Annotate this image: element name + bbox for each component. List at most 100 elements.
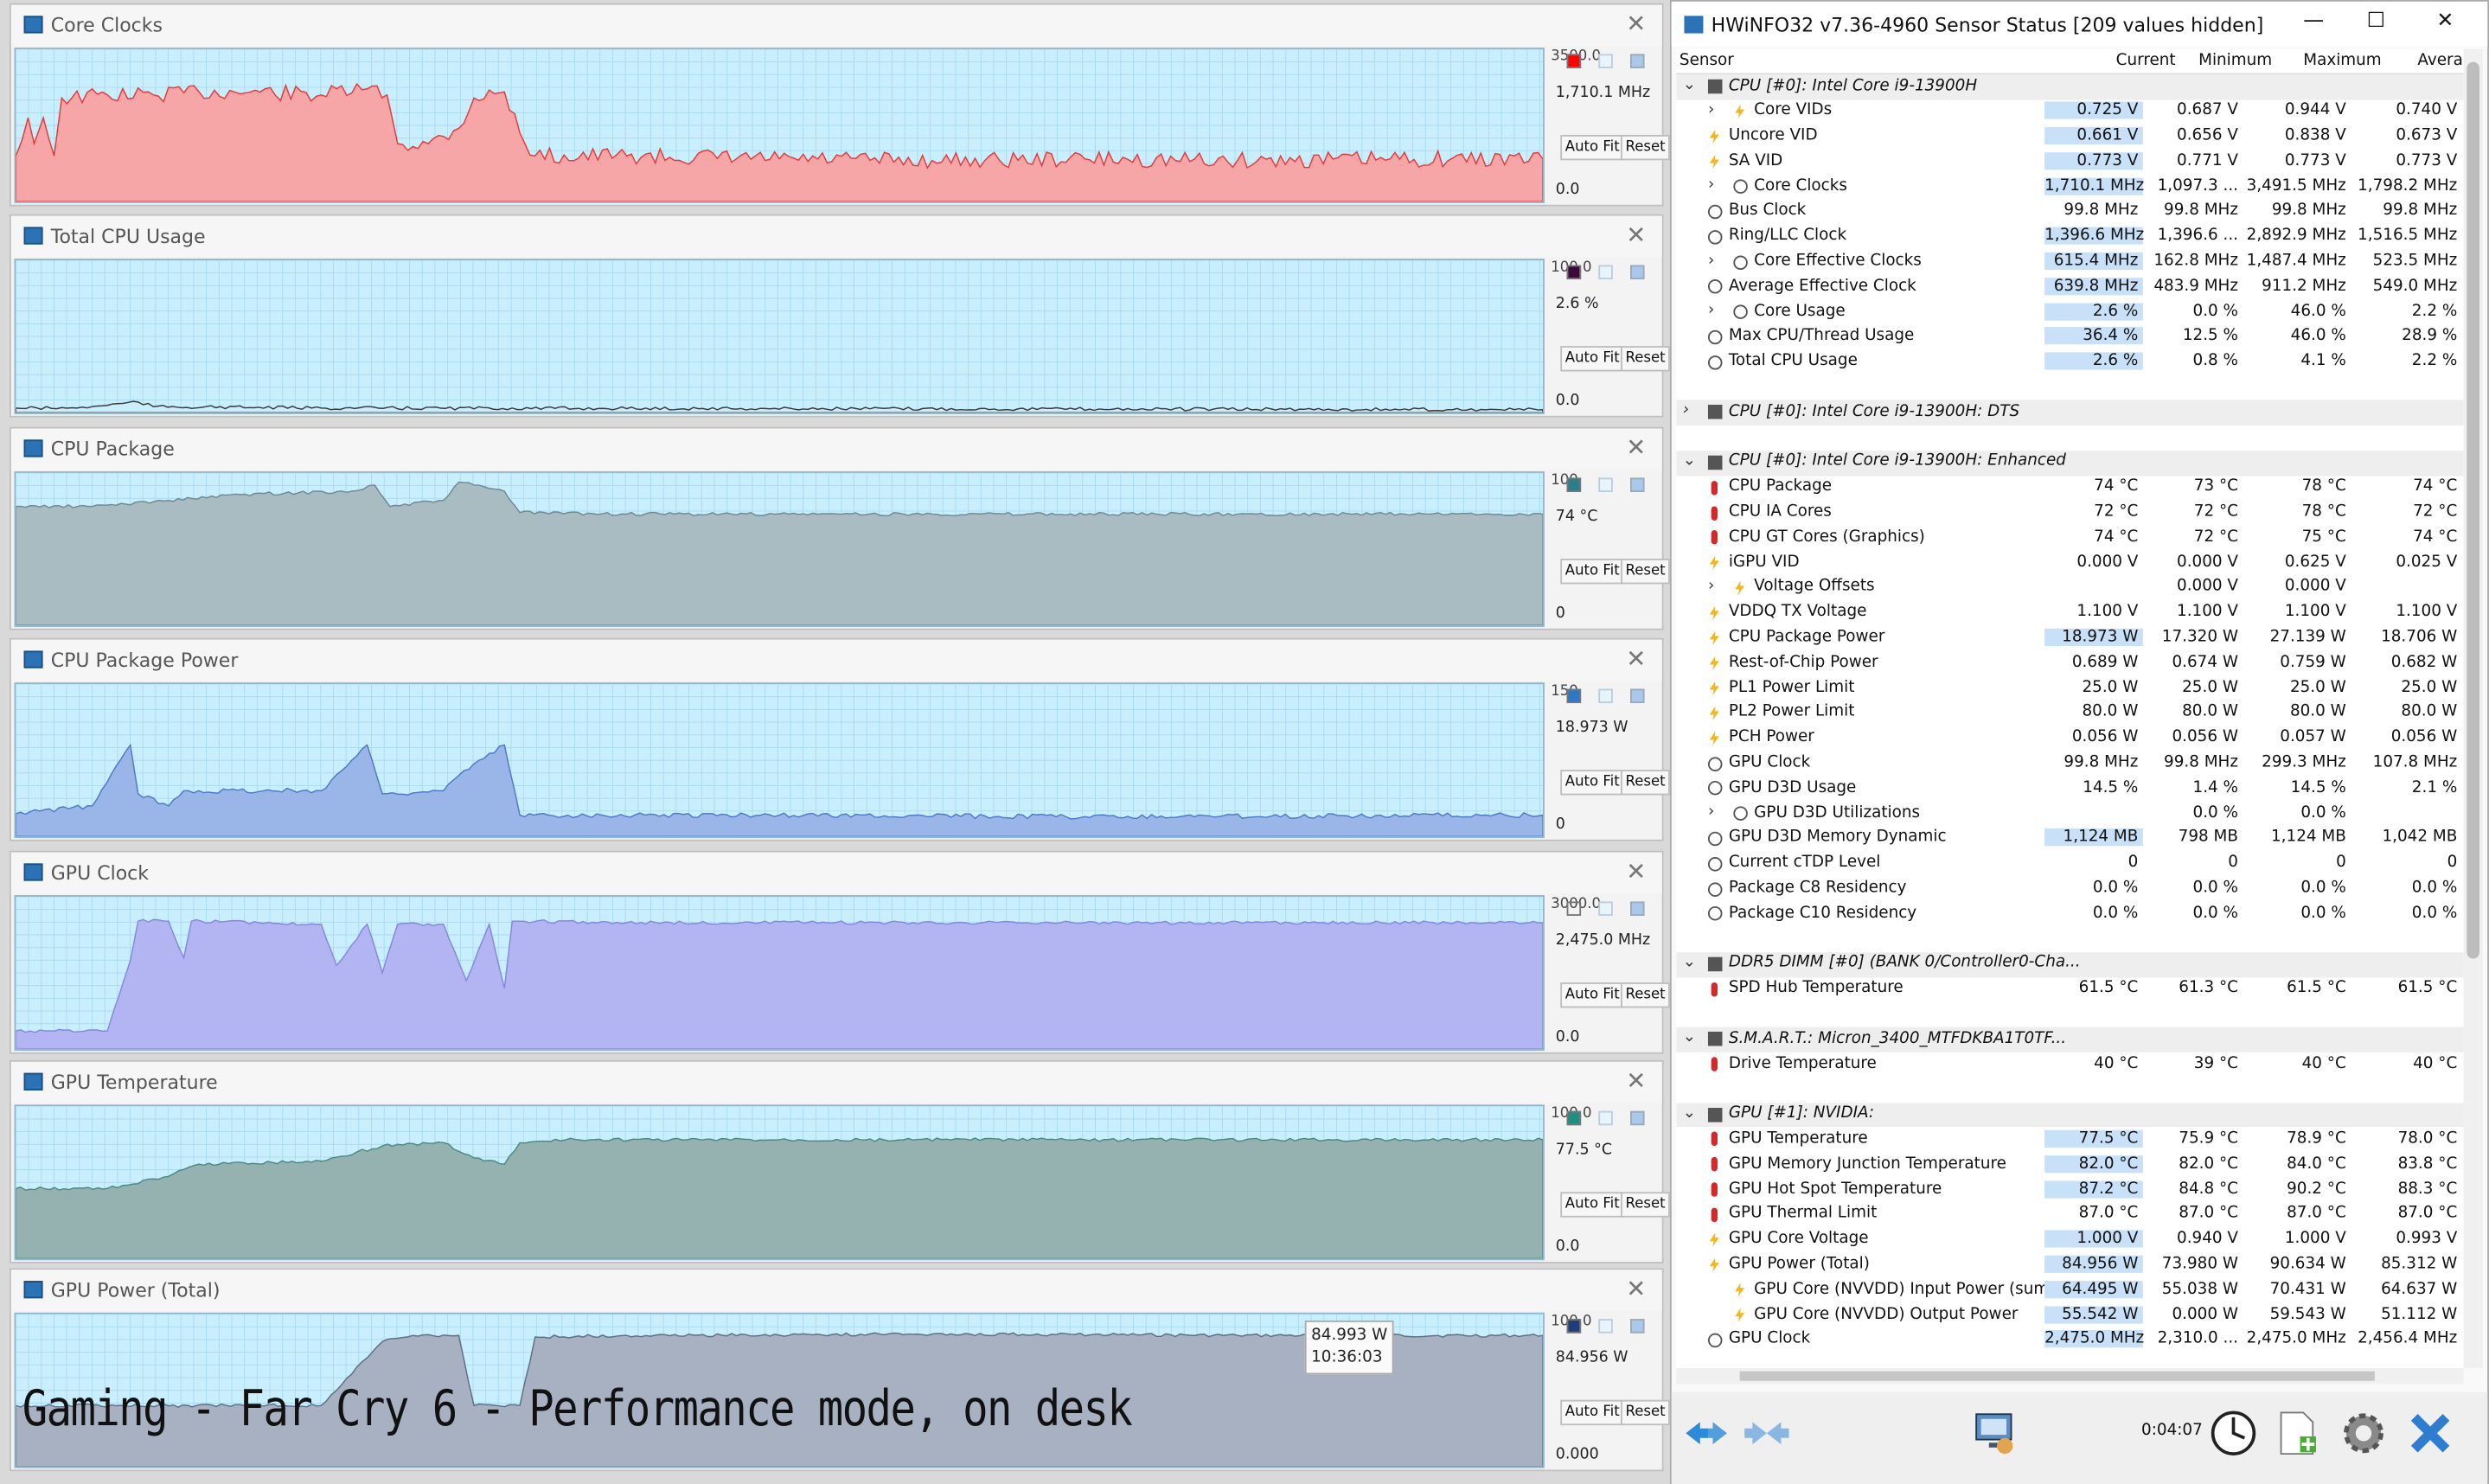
sensor-row[interactable]: Package C8 Residency 0.0 % 0.0 % 0.0 % 0.0 % [1676, 877, 2463, 902]
sensor-row[interactable]: Uncore VID 0.661 V 0.656 V 0.838 V 0.673 V [1676, 125, 2463, 150]
minimize-button[interactable]: — [2303, 10, 2324, 34]
graph-window-0[interactable]: Core Clocks ✕ 3500.0 1,710.1 MHz Auto Fit… [10, 3, 1671, 207]
auto-fit-button[interactable]: Auto Fit [1560, 346, 1625, 372]
graph-titlebar[interactable]: Total CPU Usage ✕ [10, 215, 1662, 258]
graph-close-icon[interactable]: ✕ [1626, 644, 1646, 673]
sensor-row[interactable]: CPU Package 74 °C 73 °C 78 °C 74 °C [1676, 476, 2463, 501]
color-swatch[interactable] [1566, 265, 1582, 280]
arrows-collapse-icon[interactable] [1741, 1408, 1792, 1459]
expand-chevron-icon[interactable]: › [1683, 402, 1689, 419]
swatch-tertiary[interactable] [1630, 54, 1645, 68]
sensor-row[interactable]: Drive Temperature 40 °C 39 °C 40 °C 40 °C [1676, 1052, 2463, 1078]
graph-window-5[interactable]: GPU Temperature ✕ 100.0 77.5 °C Auto Fit … [10, 1059, 1671, 1263]
color-swatch[interactable] [1566, 477, 1582, 492]
graph-close-icon[interactable]: ✕ [1626, 221, 1646, 249]
expand-chevron-icon[interactable]: › [1708, 803, 1714, 821]
swatch-secondary[interactable] [1598, 477, 1613, 492]
col-sensor[interactable]: Sensor [1680, 53, 1734, 70]
sensor-row[interactable]: GPU Temperature 77.5 °C 75.9 °C 78.9 °C 78.0… [1676, 1128, 2463, 1153]
sensor-row[interactable]: › Voltage Offsets 0.000 V 0.000 V [1676, 576, 2463, 601]
sensor-row[interactable]: GPU Power (Total) 84.956 W 73.980 W 90.634 … [1676, 1253, 2463, 1278]
swatch-tertiary[interactable] [1630, 688, 1645, 704]
collapse-chevron-icon[interactable]: ⌄ [1683, 1104, 1696, 1122]
sensor-row[interactable]: iGPU VID 0.000 V 0.000 V 0.625 V 0.025 V [1676, 551, 2463, 576]
graph-titlebar[interactable]: GPU Power (Total) ✕ [10, 1270, 1662, 1311]
auto-fit-button[interactable]: Auto Fit [1560, 770, 1625, 796]
col-maximum[interactable]: Maximum [2303, 53, 2381, 70]
scrollbar-thumb[interactable] [2467, 61, 2479, 959]
sensor-row[interactable]: CPU IA Cores 72 °C 72 °C 78 °C 72 °C [1676, 501, 2463, 526]
col-minimum[interactable]: Minimum [2198, 53, 2272, 70]
sensor-row[interactable]: Current cTDP Level 0 0 0 0 [1676, 852, 2463, 877]
sensor-row[interactable]: SA VID 0.773 V 0.771 V 0.773 V 0.773 V [1676, 150, 2463, 175]
graph-window-3[interactable]: CPU Package Power ✕ 150 18.973 W Auto Fit… [10, 637, 1671, 841]
swatch-tertiary[interactable] [1630, 1110, 1645, 1126]
sensor-row[interactable]: › Core Effective Clocks 615.4 MHz 162.8 MHz… [1676, 250, 2463, 275]
sensor-row[interactable]: VDDQ TX Voltage 1.100 V 1.100 V 1.100 V 1.10… [1676, 601, 2463, 626]
sensor-row[interactable]: PL2 Power Limit 80.0 W 80.0 W 80.0 W 80.0 W [1676, 701, 2463, 726]
swatch-tertiary[interactable] [1630, 901, 1645, 916]
color-swatch[interactable] [1566, 901, 1582, 916]
color-swatch[interactable] [1566, 54, 1582, 68]
auto-fit-button[interactable]: Auto Fit [1560, 134, 1625, 161]
sensor-row[interactable]: GPU Clock 2,475.0 MHz 2,310.0 ... 2,475.0 M… [1676, 1328, 2463, 1353]
gear-icon[interactable] [2339, 1408, 2390, 1459]
sensor-row[interactable]: GPU Memory Junction Temperature 82.0 °C 82… [1676, 1153, 2463, 1178]
sensor-row[interactable]: Average Effective Clock 639.8 MHz 483.9 MH… [1676, 275, 2463, 300]
sensor-row[interactable]: SPD Hub Temperature 61.5 °C 61.3 °C 61.5 °C… [1676, 977, 2463, 1002]
sensor-row[interactable]: Total CPU Usage 2.6 % 0.8 % 4.1 % 2.2 % [1676, 350, 2463, 375]
swatch-tertiary[interactable] [1630, 265, 1645, 280]
collapse-chevron-icon[interactable]: ⌄ [1683, 954, 1696, 971]
sensor-row[interactable]: PCH Power 0.056 W 0.056 W 0.057 W 0.056 W [1676, 726, 2463, 752]
reset-button[interactable]: Reset [1621, 1192, 1671, 1218]
expand-chevron-icon[interactable]: › [1708, 176, 1714, 194]
graph-window-2[interactable]: CPU Package ✕ 100 74 °C Auto Fit Reset 0 [10, 426, 1671, 630]
col-current[interactable]: Current [2116, 53, 2176, 70]
graph-close-icon[interactable]: ✕ [1626, 1275, 1646, 1303]
swatch-tertiary[interactable] [1630, 477, 1645, 492]
collapse-chevron-icon[interactable]: ⌄ [1683, 76, 1696, 93]
graph-titlebar[interactable]: Core Clocks ✕ [10, 4, 1662, 47]
swatch-secondary[interactable] [1598, 265, 1613, 280]
color-swatch[interactable] [1566, 1110, 1582, 1126]
graph-window-1[interactable]: Total CPU Usage ✕ 100.0 2.6 % Auto Fit Re… [10, 214, 1671, 418]
sensor-row[interactable]: GPU Core (NVVDD) Input Power (sum) 64.495… [1676, 1278, 2463, 1303]
sensor-row[interactable]: GPU D3D Memory Dynamic 1,124 MB 798 MB 1,12… [1676, 827, 2463, 852]
sensor-group-header[interactable]: ⌄ CPU [#0]: Intel Core i9-13900H: Enhance… [1676, 451, 2464, 477]
reset-button[interactable]: Reset [1621, 982, 1671, 1008]
graph-titlebar[interactable]: GPU Temperature ✕ [10, 1061, 1662, 1103]
expand-chevron-icon[interactable]: › [1708, 302, 1714, 319]
swatch-secondary[interactable] [1598, 901, 1613, 916]
arrows-left-right-icon[interactable] [1681, 1408, 1732, 1459]
reset-button[interactable]: Reset [1621, 134, 1671, 161]
sensor-row[interactable]: PL1 Power Limit 25.0 W 25.0 W 25.0 W 25.0 W [1676, 676, 2463, 701]
swatch-secondary[interactable] [1598, 1319, 1613, 1334]
sensor-row[interactable]: Bus Clock 99.8 MHz 99.8 MHz 99.8 MHz 99.8 MH… [1676, 200, 2463, 225]
vertical-scrollbar[interactable] [2463, 48, 2483, 1369]
auto-fit-button[interactable]: Auto Fit [1560, 559, 1625, 585]
graph-close-icon[interactable]: ✕ [1626, 433, 1646, 462]
sensor-group-header[interactable]: ⌄ GPU [#1]: NVIDIA: [1676, 1102, 2464, 1128]
graph-close-icon[interactable]: ✕ [1626, 10, 1646, 38]
clock-icon[interactable] [2208, 1408, 2259, 1459]
sensor-group-header[interactable]: ⌄ CPU [#0]: Intel Core i9-13900H [1676, 74, 2464, 100]
swatch-secondary[interactable] [1598, 688, 1613, 704]
graph-titlebar[interactable]: CPU Package Power ✕ [10, 639, 1662, 681]
sensor-row[interactable]: Rest-of-Chip Power 0.689 W 0.674 W 0.759 W 0… [1676, 651, 2463, 676]
reset-button[interactable]: Reset [1621, 770, 1671, 796]
color-swatch[interactable] [1566, 688, 1582, 704]
swatch-secondary[interactable] [1598, 54, 1613, 68]
sensor-group-header[interactable]: ⌄ S.M.A.R.T.: Micron_3400_MTFDKBA1T0TF... [1676, 1027, 2464, 1052]
sensor-row[interactable]: Package C10 Residency 0.0 % 0.0 % 0.0 % 0.0 … [1676, 902, 2463, 927]
graph-window-4[interactable]: GPU Clock ✕ 3000.0 2,475.0 MHz Auto Fit R… [10, 850, 1671, 1054]
collapse-chevron-icon[interactable]: ⌄ [1683, 452, 1696, 470]
graph-titlebar[interactable]: CPU Package ✕ [10, 428, 1662, 470]
sensor-row[interactable]: Max CPU/Thread Usage 36.4 % 12.5 % 46.0 % 28… [1676, 325, 2463, 350]
sensor-row[interactable]: CPU GT Cores (Graphics) 74 °C 72 °C 75 °C 74… [1676, 526, 2463, 551]
sensor-row[interactable]: CPU Package Power 18.973 W 17.320 W 27.139 … [1676, 626, 2463, 651]
expand-chevron-icon[interactable]: › [1708, 578, 1714, 595]
graph-close-icon[interactable]: ✕ [1626, 1066, 1646, 1095]
horizontal-scrollbar[interactable] [1676, 1368, 2464, 1385]
sensor-row[interactable]: GPU Thermal Limit 87.0 °C 87.0 °C 87.0 °C 87… [1676, 1203, 2463, 1228]
reset-button[interactable]: Reset [1621, 346, 1671, 372]
